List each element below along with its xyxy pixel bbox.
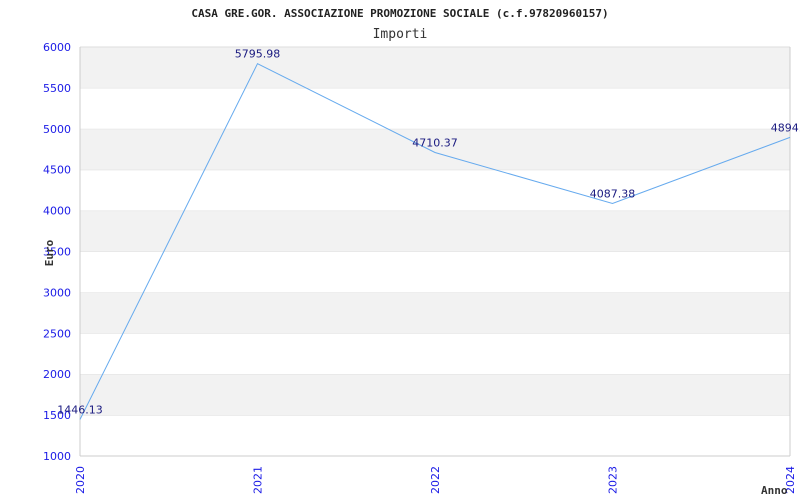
y-axis-label: Euro	[43, 239, 56, 266]
line-chart: CASA GRE.GOR. ASSOCIAZIONE PROMOZIONE SO…	[43, 7, 800, 497]
x-tick-label: 2021	[252, 466, 265, 494]
y-tick-label: 4000	[43, 205, 71, 218]
data-label: 4087.38	[590, 187, 636, 200]
grid-band	[80, 292, 790, 334]
x-tick-label: 2023	[607, 466, 620, 494]
grid-band	[80, 374, 790, 416]
data-label: 4710.37	[412, 136, 458, 149]
grid-band	[80, 87, 790, 129]
y-tick-label: 6000	[43, 41, 71, 54]
y-tick-label: 2500	[43, 327, 71, 340]
grid-band	[80, 47, 790, 88]
chart-subtitle: Importi	[373, 27, 428, 42]
x-tick-label: 2022	[429, 466, 442, 494]
data-label: 4894.9	[771, 121, 800, 134]
y-tick-label: 2000	[43, 368, 71, 381]
chart-title: CASA GRE.GOR. ASSOCIAZIONE PROMOZIONE SO…	[191, 7, 608, 20]
grid-band	[80, 333, 790, 375]
y-tick-label: 3000	[43, 286, 71, 299]
x-axis-label: Anno	[761, 484, 788, 497]
grid-band	[80, 210, 790, 252]
grid-band	[80, 169, 790, 211]
grid-band	[80, 251, 790, 293]
y-tick-label: 5500	[43, 82, 71, 95]
y-tick-label: 1000	[43, 450, 71, 463]
x-tick-label: 2020	[74, 466, 87, 494]
y-tick-label: 5000	[43, 123, 71, 136]
data-label: 5795.98	[235, 48, 281, 61]
y-tick-label: 4500	[43, 164, 71, 177]
data-label: 1446.13	[57, 404, 103, 417]
grid-band	[80, 415, 790, 456]
